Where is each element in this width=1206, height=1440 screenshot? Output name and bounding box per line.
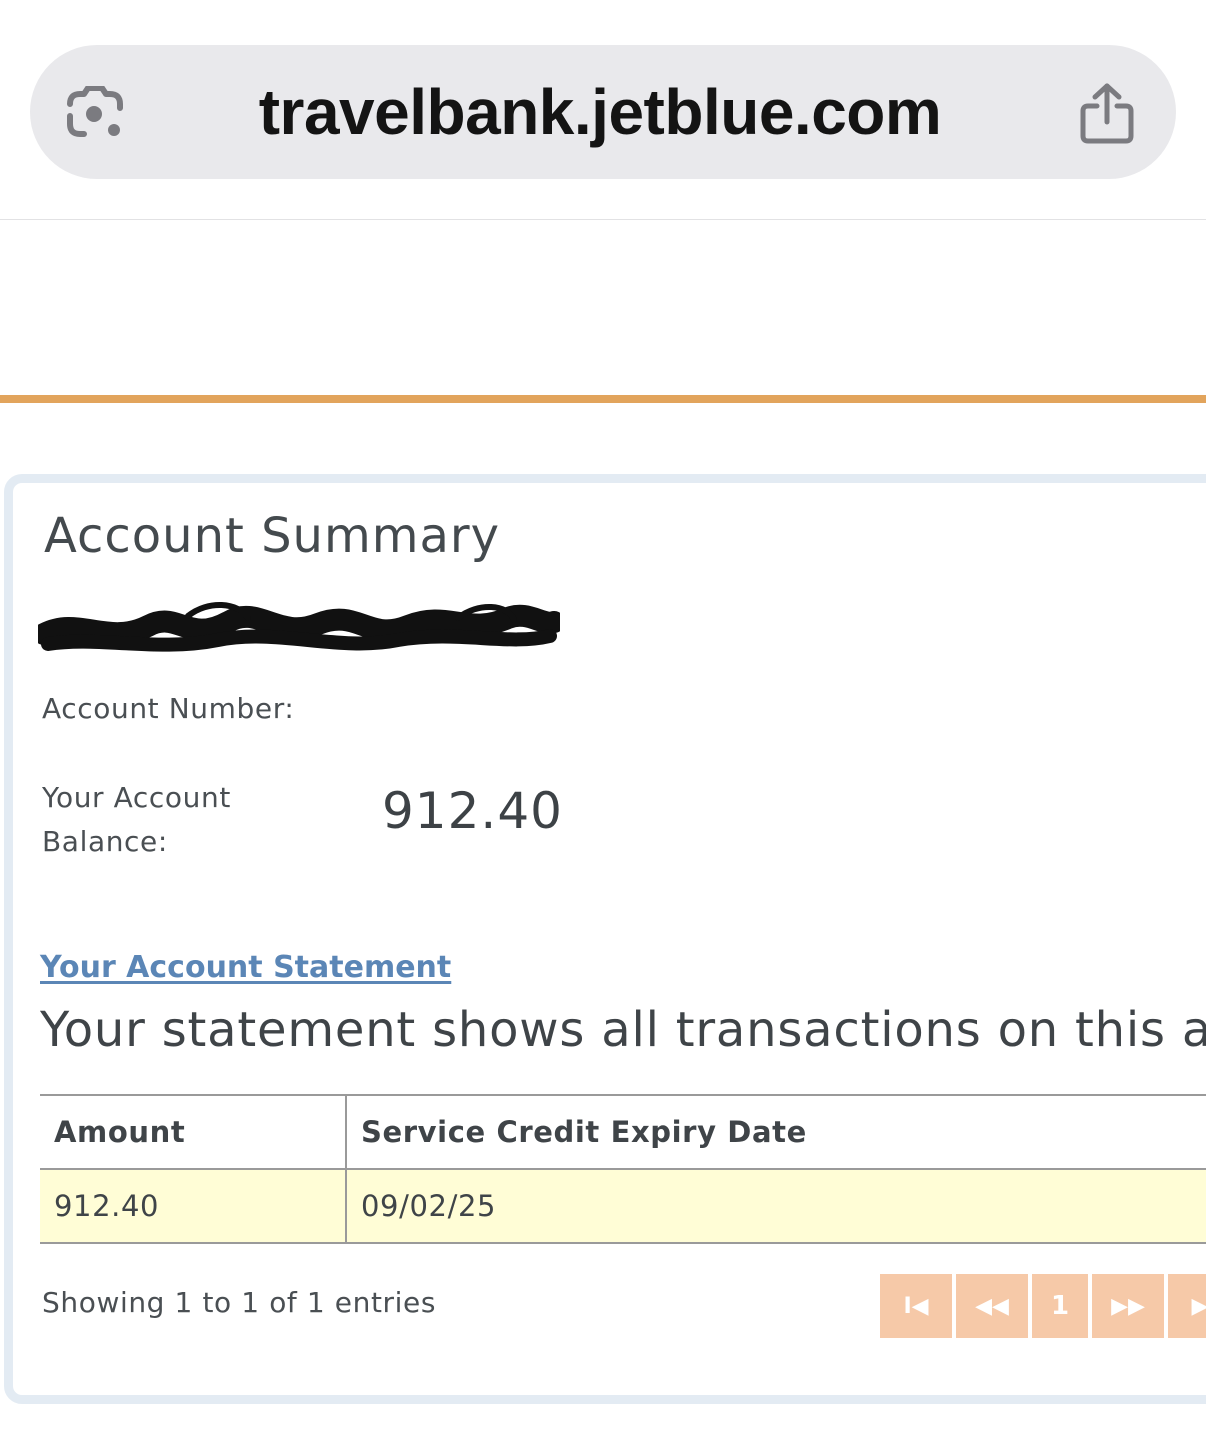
pager-page-button[interactable]: 1 [1032, 1274, 1088, 1338]
transactions-table: Amount Service Credit Expiry Date 912.40… [40, 1094, 1206, 1244]
table-header-row: Amount Service Credit Expiry Date [40, 1095, 1206, 1170]
cell-amount: 912.40 [40, 1169, 347, 1244]
header-accent-rule [0, 395, 1206, 403]
camera-lens-icon[interactable] [64, 86, 126, 142]
account-balance-label: Your Account Balance: [42, 781, 231, 858]
cell-expiry-date: 09/02/25 [346, 1169, 1206, 1244]
pager-next-button[interactable]: ▶▶ [1092, 1274, 1164, 1338]
url-text[interactable]: travelbank.jetblue.com [150, 75, 1050, 149]
entries-info: Showing 1 to 1 of 1 entries [42, 1286, 437, 1319]
pager-last-button[interactable]: ▶I [1168, 1274, 1206, 1338]
pager-previous-button[interactable]: ◀◀ [956, 1274, 1028, 1338]
table-row: 912.40 09/02/25 [40, 1169, 1206, 1244]
column-header-expiry-date[interactable]: Service Credit Expiry Date [346, 1095, 1206, 1170]
browser-top-bar: travelbank.jetblue.com [0, 0, 1206, 220]
account-number-label: Account Number: [42, 692, 295, 725]
share-icon[interactable] [1078, 82, 1136, 146]
pager-first-button[interactable]: I◀ [880, 1274, 952, 1338]
statement-description: Your statement shows all transactions on… [40, 1002, 1206, 1058]
account-balance-value: 912.40 [382, 782, 563, 840]
column-header-amount[interactable]: Amount [40, 1095, 347, 1170]
panel-title: Account Summary [44, 508, 501, 564]
page-header-area [0, 221, 1206, 395]
account-statement-link[interactable]: Your Account Statement [40, 950, 451, 985]
redacted-account-holder-name [38, 601, 560, 652]
